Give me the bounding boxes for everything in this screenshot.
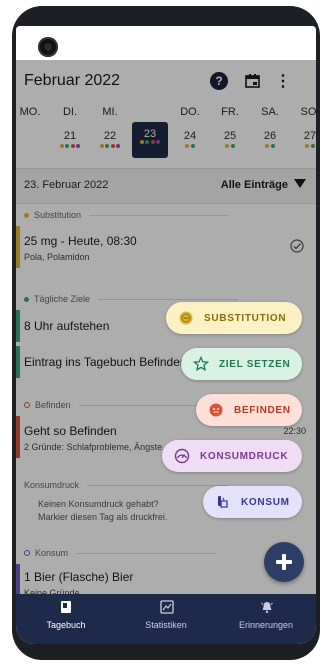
camera-icon	[38, 37, 58, 57]
nav-label: Erinnerungen	[238, 620, 294, 630]
bottom-nav: Tagebuch Statistiken Erinnerungen	[16, 594, 316, 636]
nav-item-statistiken[interactable]: Statistiken	[116, 594, 216, 636]
nav-label: Statistiken	[145, 620, 187, 630]
system-nav-bar	[16, 636, 316, 644]
chip-label: KONSUM	[241, 496, 290, 508]
book-icon	[60, 600, 72, 614]
nav-item-tagebuch[interactable]: Tagebuch	[16, 594, 116, 636]
pill-icon	[178, 310, 194, 326]
konsumdruck-button[interactable]: KONSUMDRUCK	[162, 440, 302, 472]
app-screen: Februar 2022 ? ⋮ MO. DI. 21 MI. 22 23 DO. 24 FR.…	[16, 26, 316, 644]
gauge-icon	[174, 448, 190, 464]
substitution-button[interactable]: SUBSTITUTION	[166, 302, 302, 334]
bell-icon	[260, 600, 273, 614]
status-bar	[16, 26, 316, 60]
ziel-setzen-button[interactable]: ZIEL SETZEN	[181, 348, 302, 380]
chip-label: BEFINDEN	[234, 404, 291, 416]
add-entry-button[interactable]	[264, 542, 304, 582]
befinden-button[interactable]: BEFINDEN	[196, 394, 302, 426]
chip-label: SUBSTITUTION	[204, 312, 287, 324]
konsum-button[interactable]: KONSUM	[203, 486, 302, 518]
chart-icon	[160, 600, 174, 614]
nav-label: Tagebuch	[46, 620, 86, 630]
mood-icon	[208, 402, 224, 418]
hand-icon	[215, 494, 231, 510]
star-icon	[193, 356, 209, 372]
chip-label: KONSUMDRUCK	[200, 450, 289, 462]
chip-label: ZIEL SETZEN	[219, 358, 291, 370]
nav-item-erinnerungen[interactable]: Erinnerungen	[216, 594, 316, 636]
